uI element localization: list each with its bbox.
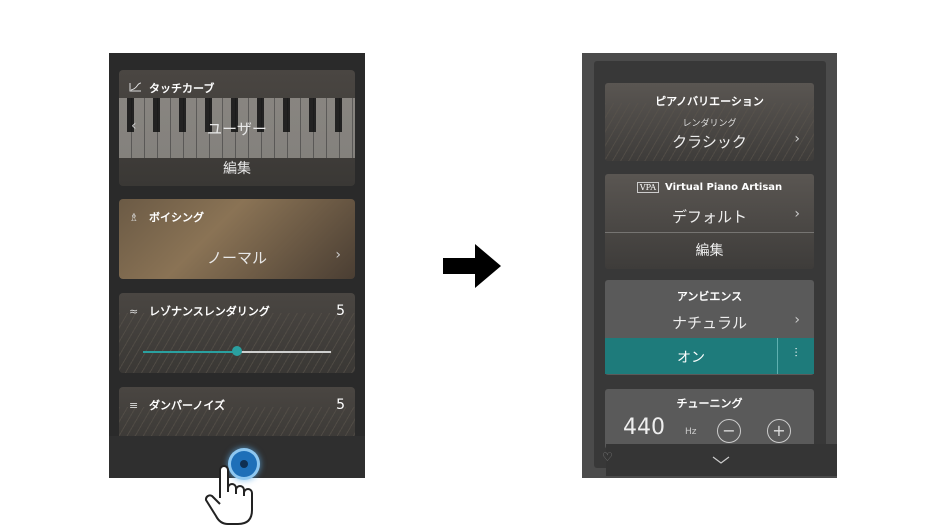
ambience-value: ナチュラル bbox=[671, 314, 747, 332]
ambience-toggle[interactable]: オン ⫶ bbox=[605, 338, 814, 374]
damper-value: 5 bbox=[336, 397, 345, 413]
voicing-icon: ♗ bbox=[129, 211, 139, 224]
settings-panel: ピアノバリエーション レンダリング クラシック › VPA Virtual Pia… bbox=[594, 61, 837, 476]
piano-variation-value: クラシック bbox=[672, 133, 747, 151]
tuning-card[interactable]: チューニング 440 Hz − + bbox=[605, 389, 814, 449]
arrow-right-icon bbox=[443, 244, 501, 288]
hand-pointer-icon bbox=[204, 465, 253, 525]
touch-curve-value: ユーザー bbox=[207, 120, 267, 138]
damper-label: ダンパーノイズ bbox=[149, 399, 226, 412]
touch-curve-label: タッチカーブ bbox=[149, 82, 215, 95]
divider bbox=[777, 338, 778, 374]
plus-icon[interactable]: + bbox=[767, 419, 791, 443]
piano-variation-sub: レンダリング bbox=[682, 119, 737, 129]
vpa-card[interactable]: VPA Virtual Piano Artisan デフォルト › 編集 bbox=[605, 174, 814, 269]
vpa-edit-button[interactable]: 編集 bbox=[605, 240, 814, 260]
touch-curve-edit-button[interactable]: 編集 bbox=[119, 158, 355, 178]
vpa-badge: VPA bbox=[636, 182, 660, 193]
resonance-slider-knob[interactable] bbox=[232, 346, 242, 356]
left-phone-screen: タッチカーブ ‹ ユーザー 編集 ♗ ボイシング ノーマル › ≈ レゾナンスレンダ… bbox=[109, 53, 365, 478]
right-bottom-bar: ♡ bbox=[602, 444, 837, 476]
touch-curve-card[interactable]: タッチカーブ ‹ ユーザー 編集 bbox=[119, 70, 355, 186]
touch-curve-icon bbox=[129, 82, 143, 95]
heart-icon[interactable]: ♡ bbox=[602, 450, 613, 464]
tuning-value: 440 bbox=[623, 415, 665, 440]
voicing-label: ボイシング bbox=[149, 211, 204, 224]
vpa-value: デフォルト bbox=[671, 208, 747, 226]
resonance-value: 5 bbox=[336, 303, 345, 319]
resonance-slider-fill bbox=[143, 351, 237, 353]
divider bbox=[605, 232, 814, 233]
right-phone-screen: ピアノバリエーション レンダリング クラシック › VPA Virtual Pia… bbox=[582, 53, 837, 478]
voicing-value: ノーマル bbox=[206, 249, 267, 267]
ambience-toggle-label: オン bbox=[677, 350, 705, 366]
tuning-label: チューニング bbox=[676, 397, 743, 410]
damper-icon: ≡ bbox=[129, 399, 139, 412]
ambience-label: アンビエンス bbox=[676, 290, 743, 303]
chevron-right-icon[interactable]: › bbox=[335, 247, 341, 263]
piano-variation-label: ピアノバリエーション bbox=[655, 95, 764, 108]
resonance-label: レゾナンスレンダリング bbox=[149, 305, 270, 318]
piano-strings-background bbox=[119, 313, 355, 373]
minus-icon[interactable]: − bbox=[717, 419, 741, 443]
tuning-unit: Hz bbox=[685, 427, 697, 437]
vpa-label: Virtual Piano Artisan bbox=[665, 182, 783, 193]
chevron-right-icon[interactable]: › bbox=[794, 206, 800, 222]
equalizer-icon[interactable]: ⫶ bbox=[781, 346, 811, 361]
piano-variation-card[interactable]: ピアノバリエーション レンダリング クラシック › bbox=[605, 83, 814, 161]
chevron-right-icon[interactable]: › bbox=[794, 131, 800, 147]
resonance-icon: ≈ bbox=[129, 305, 139, 318]
voicing-card[interactable]: ♗ ボイシング ノーマル › bbox=[119, 199, 355, 279]
resonance-card[interactable]: ≈ レゾナンスレンダリング 5 bbox=[119, 293, 355, 373]
chevron-down-icon[interactable] bbox=[712, 456, 730, 464]
chevron-right-icon[interactable]: › bbox=[794, 312, 800, 328]
